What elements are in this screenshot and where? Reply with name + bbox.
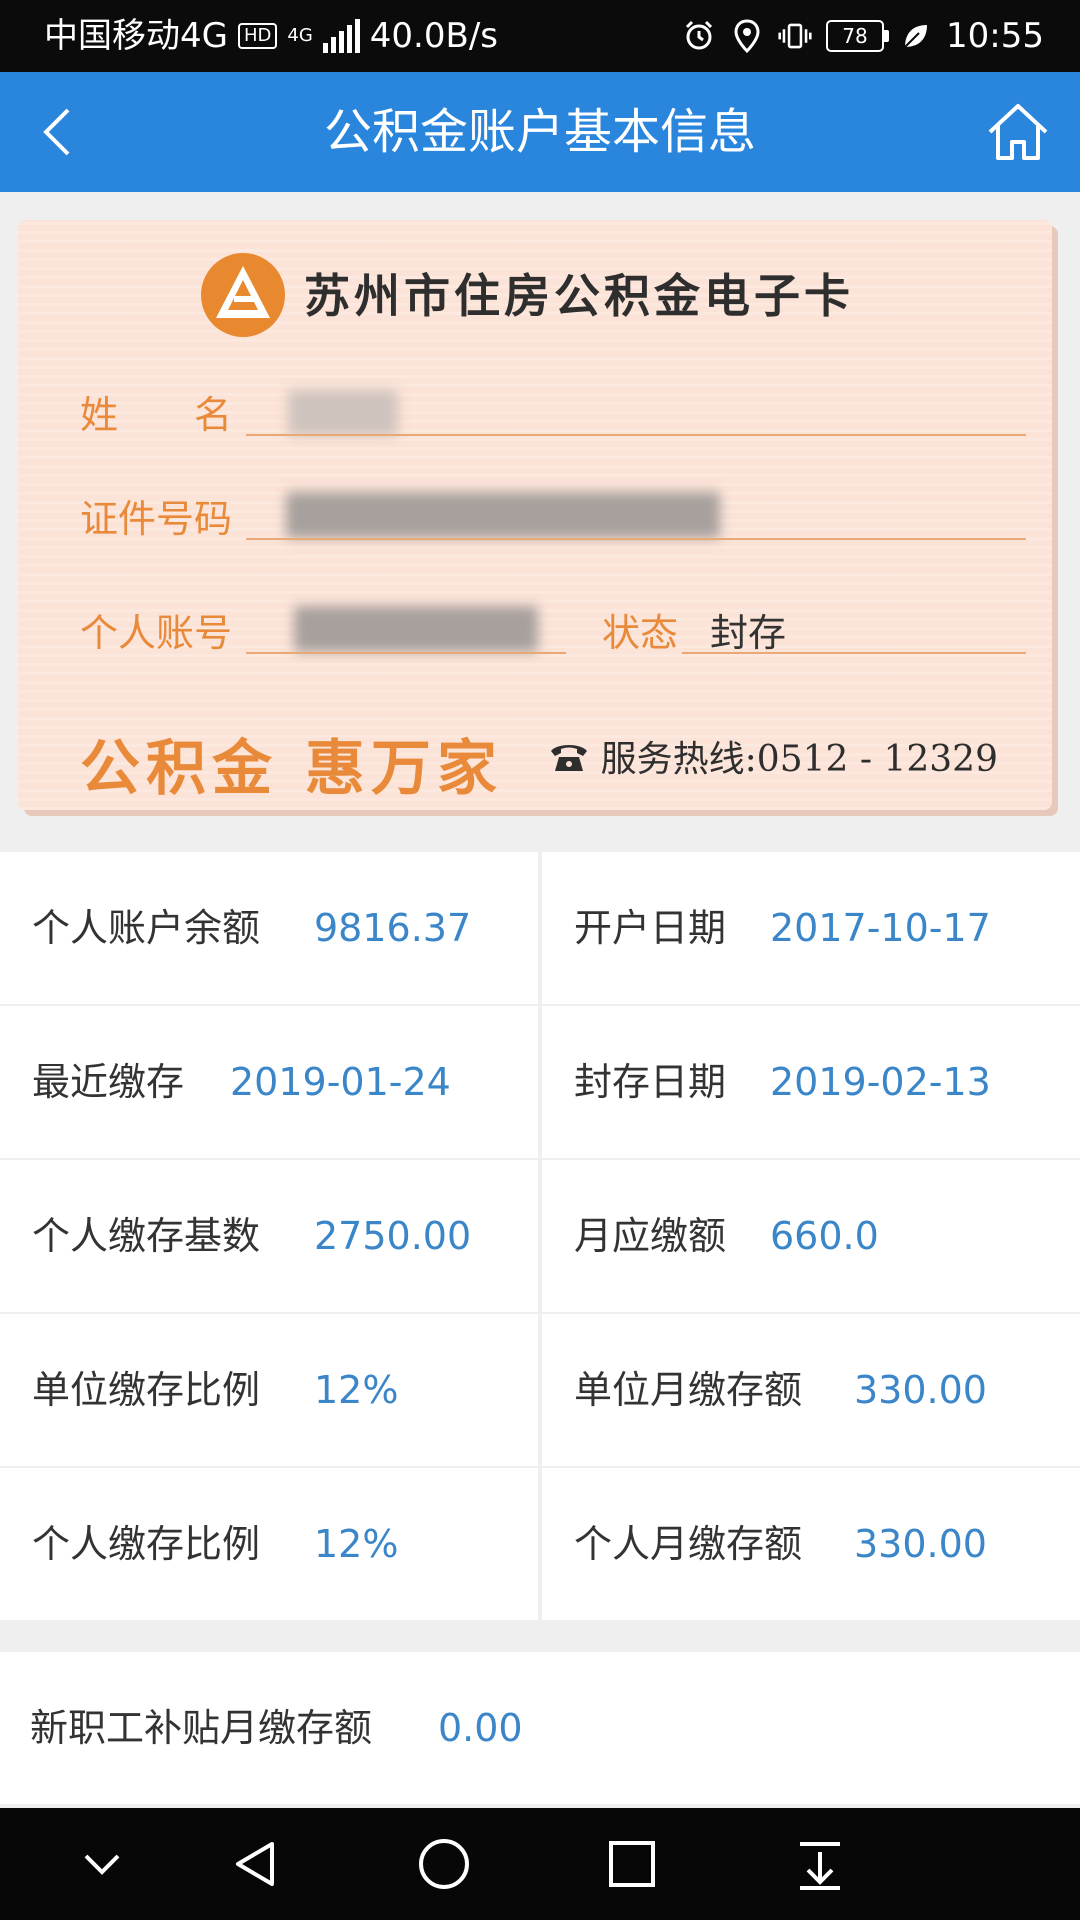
account-value-redacted bbox=[294, 606, 538, 652]
info-value: 330.00 bbox=[854, 1368, 987, 1412]
nav-recents-button[interactable] bbox=[604, 1836, 660, 1892]
nav-back-button[interactable] bbox=[228, 1836, 284, 1892]
card-slogan: 公积金 惠万家 bbox=[80, 734, 503, 804]
id-value-redacted bbox=[286, 492, 720, 538]
info-cell-personal-ratio: 个人缴存比例 12% bbox=[0, 1468, 538, 1620]
name-label: 姓 名 bbox=[80, 393, 233, 437]
info-value: 2019-02-13 bbox=[770, 1060, 991, 1104]
info-cell-employer-ratio: 单位缴存比例 12% bbox=[0, 1314, 538, 1466]
nav-collapse-button[interactable] bbox=[74, 1836, 130, 1892]
nav-home-button[interactable] bbox=[416, 1836, 472, 1892]
info-cell-seal-date: 封存日期 2019-02-13 bbox=[542, 1006, 1080, 1158]
info-value: 2750.00 bbox=[314, 1214, 472, 1258]
info-value: 2019-01-24 bbox=[230, 1060, 451, 1104]
info-label: 封存日期 bbox=[574, 1060, 727, 1104]
info-label: 新职工补贴月缴存额 bbox=[30, 1706, 373, 1750]
info-label: 开户日期 bbox=[574, 906, 727, 950]
info-cell-base: 个人缴存基数 2750.00 bbox=[0, 1160, 538, 1312]
circle-home-icon bbox=[419, 1839, 469, 1889]
leaf-icon bbox=[898, 19, 932, 53]
location-icon bbox=[730, 19, 764, 53]
info-cell-balance: 个人账户余额 9816.37 bbox=[0, 852, 538, 1004]
info-label: 单位月缴存额 bbox=[574, 1368, 803, 1412]
info-value: 0.00 bbox=[438, 1706, 523, 1750]
app-header: 公积金账户基本信息 bbox=[0, 72, 1080, 192]
info-value: 12% bbox=[314, 1368, 399, 1412]
status-label: 状态 bbox=[602, 611, 679, 655]
pull-down-icon bbox=[800, 1842, 840, 1890]
status-bar: 中国移动4G HD 4G 40.0B/s 78 10:55 bbox=[0, 0, 1080, 72]
info-value: 9816.37 bbox=[314, 906, 472, 950]
card-title: 苏州市住房公积金电子卡 bbox=[304, 269, 854, 323]
info-label: 单位缴存比例 bbox=[32, 1368, 261, 1412]
home-button[interactable] bbox=[984, 98, 1052, 166]
info-row-new-employee-subsidy: 新职工补贴月缴存额 0.00 bbox=[0, 1652, 1080, 1804]
info-cell-last-deposit: 最近缴存 2019-01-24 bbox=[0, 1006, 538, 1158]
info-cell-personal-monthly: 个人月缴存额 330.00 bbox=[542, 1468, 1080, 1620]
triangle-back-icon bbox=[236, 1842, 274, 1886]
phone-icon bbox=[550, 745, 587, 771]
housing-fund-logo-icon bbox=[201, 253, 285, 337]
signal-icon bbox=[322, 19, 360, 53]
info-value: 12% bbox=[314, 1522, 399, 1566]
status-right: 78 10:55 bbox=[682, 0, 1044, 72]
account-label: 个人账号 bbox=[80, 611, 233, 655]
service-hotline: 服务热线:0512 - 12329 bbox=[549, 730, 998, 782]
info-value: 660.0 bbox=[770, 1214, 879, 1258]
clock-time: 10:55 bbox=[946, 16, 1044, 56]
account-underline bbox=[246, 652, 566, 654]
info-cell-monthly-due: 月应缴额 660.0 bbox=[542, 1160, 1080, 1312]
page-title: 公积金账户基本信息 bbox=[323, 104, 756, 160]
status-value: 封存 bbox=[710, 611, 787, 655]
e-card-surface: 苏州市住房公积金电子卡 姓 名 证件号码 个人账号 状态 封存 公积金 惠万家 … bbox=[18, 220, 1052, 810]
info-value: 2017-10-17 bbox=[770, 906, 991, 950]
alarm-icon bbox=[682, 19, 716, 53]
network-small-label: 4G bbox=[287, 25, 313, 46]
home-icon bbox=[988, 104, 1048, 160]
status-left: 中国移动4G HD 4G 40.0B/s bbox=[44, 0, 498, 72]
nav-notification-button[interactable] bbox=[792, 1836, 848, 1892]
vibrate-icon bbox=[778, 19, 812, 53]
name-underline bbox=[246, 434, 1026, 436]
hotline-text: 服务热线:0512 - 12329 bbox=[600, 739, 998, 780]
name-value-redacted bbox=[288, 390, 398, 436]
info-label: 个人月缴存额 bbox=[574, 1522, 803, 1566]
system-nav-bar bbox=[0, 1808, 1080, 1920]
chevron-down-icon bbox=[84, 1854, 120, 1875]
info-value: 330.00 bbox=[854, 1522, 987, 1566]
status-underline bbox=[682, 652, 1026, 654]
info-cell-employer-monthly: 单位月缴存额 330.00 bbox=[542, 1314, 1080, 1466]
id-underline bbox=[246, 538, 1026, 540]
carrier-label: 中国移动4G bbox=[44, 16, 228, 56]
e-card: 苏州市住房公积金电子卡 姓 名 证件号码 个人账号 状态 封存 公积金 惠万家 … bbox=[18, 220, 1060, 818]
id-label: 证件号码 bbox=[80, 497, 233, 541]
info-label: 个人账户余额 bbox=[32, 906, 261, 950]
hd-badge: HD bbox=[237, 23, 278, 49]
info-label: 个人缴存基数 bbox=[32, 1214, 261, 1258]
info-label: 最近缴存 bbox=[32, 1060, 185, 1104]
network-speed: 40.0B/s bbox=[369, 16, 498, 56]
info-label: 个人缴存比例 bbox=[32, 1522, 261, 1566]
square-recents-icon bbox=[609, 1841, 655, 1887]
info-cell-open-date: 开户日期 2017-10-17 bbox=[542, 852, 1080, 1004]
info-label: 月应缴额 bbox=[574, 1214, 727, 1258]
battery-icon: 78 bbox=[826, 20, 890, 52]
